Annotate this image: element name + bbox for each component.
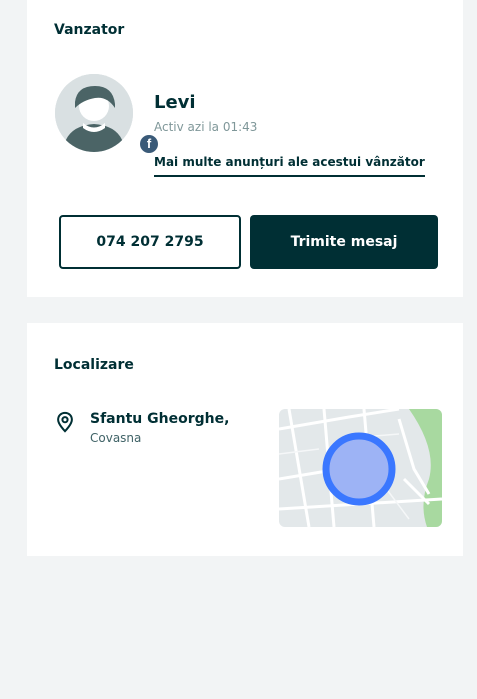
location-card: Localizare Sfantu Gheorghe, Covasna [27,323,463,556]
location-region: Covasna [90,431,142,445]
seller-last-active: Activ azi la 01:43 [154,120,258,134]
map-image [279,409,442,527]
seller-card: Vanzator f Levi Activ azi la 01:43 Mai m… [27,0,463,297]
send-message-button[interactable]: Trimite mesaj [250,215,438,269]
location-section-title: Localizare [54,357,134,373]
page: Vanzator f Levi Activ azi la 01:43 Mai m… [0,0,477,699]
seller-name: Levi [154,92,196,113]
location-city: Sfantu Gheorghe, [90,411,230,427]
avatar[interactable] [55,74,133,152]
more-ads-link[interactable]: Mai multe anunțuri ale acestui vânzător [154,155,425,177]
default-avatar-icon [55,74,133,152]
seller-section-title: Vanzator [54,22,125,38]
map-thumbnail[interactable] [279,409,442,527]
facebook-icon: f [138,133,160,155]
map-pin-icon [57,411,73,433]
show-phone-button[interactable]: 074 207 2795 [59,215,241,269]
